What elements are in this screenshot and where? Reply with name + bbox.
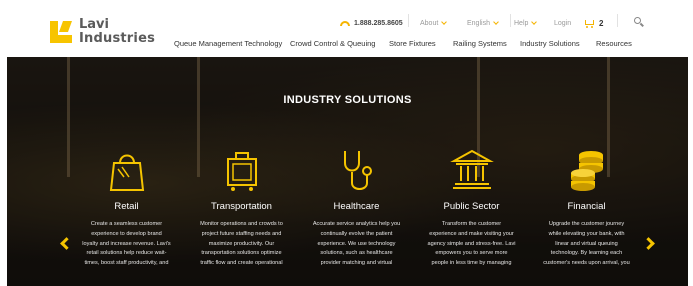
cart-icon bbox=[583, 19, 595, 28]
industry-description: Create a seamless customer experience to… bbox=[82, 221, 171, 267]
language-menu[interactable]: English bbox=[467, 17, 499, 29]
industry-solutions-hero: INDUSTRY SOLUTIONS Retail Create a seaml… bbox=[7, 57, 688, 286]
industry-title: Financial bbox=[567, 201, 606, 212]
stethoscope-icon bbox=[343, 151, 372, 190]
industry-card-financial[interactable]: Financial Upgrade the customer journey w… bbox=[529, 147, 644, 269]
divider bbox=[510, 14, 511, 27]
nav-industry-solutions[interactable]: Industry Solutions bbox=[520, 39, 580, 48]
divider bbox=[408, 14, 409, 27]
industry-description: Upgrade the customer journey while eleva… bbox=[543, 221, 630, 267]
industry-description: Monitor operations and crowds to project… bbox=[200, 221, 283, 267]
logo-text-line1: Lavi bbox=[79, 17, 109, 32]
logo-text-line2: Industries bbox=[79, 31, 156, 46]
nav-queue-management-technology[interactable]: Queue Management Technology bbox=[174, 39, 282, 48]
search-icon[interactable] bbox=[634, 17, 644, 27]
language-label: English bbox=[467, 19, 490, 27]
nav-resources[interactable]: Resources bbox=[596, 39, 632, 48]
chevron-down-icon bbox=[441, 18, 448, 25]
divider bbox=[617, 14, 618, 27]
shopping-bag-icon bbox=[109, 154, 144, 191]
carousel-next-arrow-icon[interactable] bbox=[642, 237, 655, 250]
coin-stack-icon bbox=[570, 151, 603, 191]
lavi-logo-mark-icon bbox=[50, 21, 76, 43]
industry-card-public-sector[interactable]: Public Sector Transform the customer exp… bbox=[414, 147, 529, 269]
nav-crowd-control-queuing[interactable]: Crowd Control & Queuing bbox=[290, 39, 375, 48]
lavi-logo[interactable]: Lavi Industries bbox=[50, 18, 155, 48]
help-menu[interactable]: Help bbox=[514, 17, 538, 29]
cart-count: 2 bbox=[599, 18, 604, 28]
login-link[interactable]: Login bbox=[554, 17, 571, 29]
cart-button[interactable]: 2 bbox=[583, 17, 603, 29]
luggage-icon bbox=[226, 152, 257, 191]
industry-card-healthcare[interactable]: Healthcare Accurate service analytics he… bbox=[299, 147, 414, 269]
phone-link[interactable]: 1.888.285.8605 bbox=[340, 17, 403, 29]
industry-title: Public Sector bbox=[443, 201, 500, 212]
help-label: Help bbox=[514, 19, 529, 27]
nav-store-fixtures[interactable]: Store Fixtures bbox=[389, 39, 436, 48]
industry-description: Transform the customer experience and ma… bbox=[427, 221, 516, 267]
about-label: About bbox=[420, 19, 439, 27]
industry-description: Accurate service analytics help you cont… bbox=[312, 221, 401, 267]
nav-railing-systems[interactable]: Railing Systems bbox=[453, 39, 507, 48]
industry-title: Transportation bbox=[211, 201, 272, 212]
government-building-icon bbox=[449, 149, 494, 189]
industry-card-transportation[interactable]: Transportation Monitor operations and cr… bbox=[184, 147, 299, 269]
chevron-down-icon bbox=[493, 18, 499, 25]
chevron-down-icon bbox=[531, 18, 538, 25]
login-label: Login bbox=[554, 19, 572, 27]
phone-icon bbox=[340, 20, 350, 26]
industry-card-retail[interactable]: Retail Create a seamless customer experi… bbox=[69, 147, 184, 269]
industry-title: Retail bbox=[114, 201, 139, 212]
hero-title: INDUSTRY SOLUTIONS bbox=[283, 94, 412, 106]
site-header: Lavi Industries 1.888.285.8605 About Eng… bbox=[0, 0, 693, 57]
about-menu[interactable]: About bbox=[420, 17, 448, 29]
industry-title: Healthcare bbox=[333, 201, 380, 212]
phone-number: 1.888.285.8605 bbox=[354, 19, 403, 27]
